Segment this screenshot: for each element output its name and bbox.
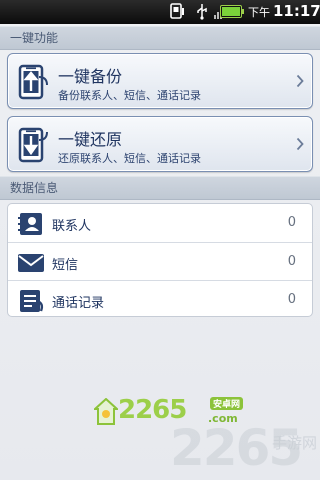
backup-phone-icon xyxy=(18,64,48,100)
list-item-label: 联系人 xyxy=(52,219,92,234)
restore-title: 一键还原 xyxy=(58,130,123,149)
chevron-right-icon xyxy=(296,137,304,151)
backup-button[interactable]: 一键备份 备份联系人、短信、通话记录 xyxy=(7,53,313,109)
section-header-data-info: 数据信息 xyxy=(0,176,320,200)
contacts-icon xyxy=(18,213,42,235)
phone-icon xyxy=(170,3,184,19)
list-item-sms[interactable]: 短信 0 xyxy=(8,242,312,280)
restore-button[interactable]: 一键还原 还原联系人、短信、通话记录 xyxy=(7,116,313,172)
list-item-count: 0 xyxy=(287,292,296,307)
house-logo-icon xyxy=(94,398,118,425)
usb-icon xyxy=(197,4,207,20)
list-item-count: 0 xyxy=(287,215,296,230)
sms-icon xyxy=(18,254,44,272)
battery-icon xyxy=(220,5,244,18)
list-item-contacts[interactable]: 联系人 0 xyxy=(8,204,312,242)
call-log-icon xyxy=(20,290,44,312)
watermark-large-sub: 手游网 xyxy=(272,434,318,452)
status-time: 11:17 xyxy=(273,2,320,20)
watermark-small-badge: 安卓网 xyxy=(210,397,244,410)
list-item-call-log[interactable]: 通话记录 0 xyxy=(8,280,312,318)
backup-subtitle: 备份联系人、短信、通话记录 xyxy=(58,89,201,102)
list-item-count: 0 xyxy=(287,254,296,269)
data-list: 联系人 0 短信 0 通话记录 0 xyxy=(7,203,313,317)
status-bar: 下午 11:17 xyxy=(0,0,320,24)
backup-title: 一键备份 xyxy=(58,67,123,86)
restore-phone-icon xyxy=(18,127,48,163)
section-header-one-key: 一键功能 xyxy=(0,26,320,50)
list-item-label: 通话记录 xyxy=(52,296,105,311)
list-item-label: 短信 xyxy=(52,258,79,273)
status-ampm: 下午 xyxy=(248,6,270,19)
restore-subtitle: 还原联系人、短信、通话记录 xyxy=(58,152,201,165)
chevron-right-icon xyxy=(296,74,304,88)
